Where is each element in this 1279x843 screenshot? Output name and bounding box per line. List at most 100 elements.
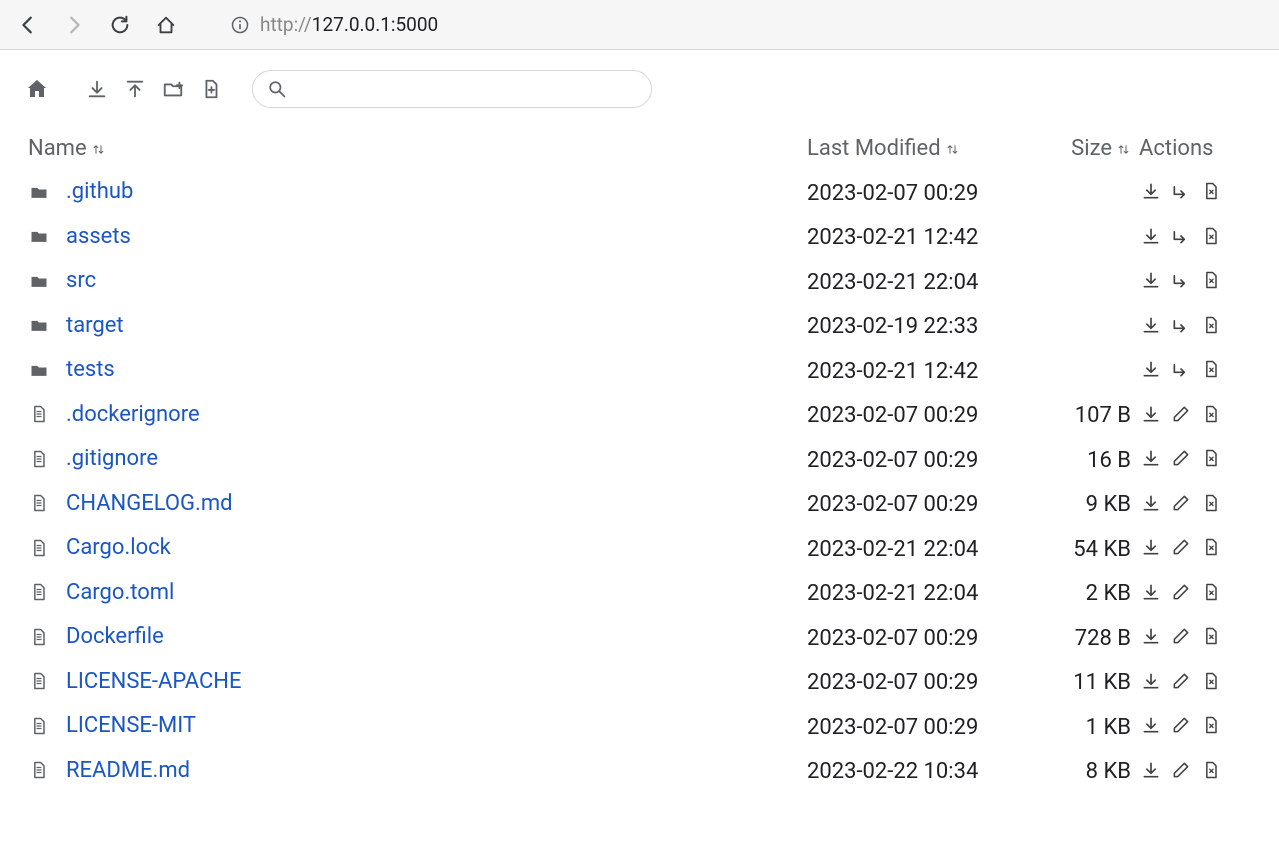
file-link[interactable]: LICENSE-MIT [28, 713, 196, 738]
file-link[interactable]: CHANGELOG.md [28, 491, 233, 516]
download-button[interactable] [1139, 713, 1163, 737]
download-button[interactable] [1139, 402, 1163, 426]
file-link[interactable]: target [28, 313, 124, 338]
download-all-button[interactable] [84, 76, 110, 102]
file-name: Cargo.lock [66, 535, 171, 560]
size-cell: 2 KB [1043, 572, 1135, 617]
forward-button[interactable] [60, 11, 88, 39]
delete-button[interactable] [1199, 580, 1223, 604]
edit-button[interactable] [1169, 580, 1193, 604]
col-header-modified-label: Last Modified [807, 136, 941, 161]
new-folder-button[interactable] [160, 76, 186, 102]
download-button[interactable] [1139, 179, 1163, 203]
file-icon [28, 448, 50, 470]
edit-button[interactable] [1169, 669, 1193, 693]
download-button[interactable] [1139, 357, 1163, 381]
col-header-actions-label: Actions [1139, 136, 1213, 161]
move-button[interactable] [1169, 357, 1193, 381]
table-row: Dockerfile2023-02-07 00:29728 B [24, 616, 1255, 661]
move-button[interactable] [1169, 179, 1193, 203]
file-link[interactable]: LICENSE-APACHE [28, 669, 242, 694]
download-button[interactable] [1139, 491, 1163, 515]
edit-button[interactable] [1169, 758, 1193, 782]
download-button[interactable] [1139, 758, 1163, 782]
name-cell: .gitignore [24, 438, 803, 483]
back-button[interactable] [14, 11, 42, 39]
col-header-modified[interactable]: Last Modified [803, 136, 1043, 171]
file-link[interactable]: src [28, 268, 96, 293]
file-link[interactable]: README.md [28, 758, 190, 783]
col-header-actions: Actions [1135, 136, 1255, 171]
delete-button[interactable] [1199, 758, 1223, 782]
download-button[interactable] [1139, 624, 1163, 648]
name-cell: LICENSE-MIT [24, 705, 803, 750]
size-cell: 9 KB [1043, 483, 1135, 528]
col-header-name[interactable]: Name [24, 136, 803, 171]
file-link[interactable]: tests [28, 357, 115, 382]
folder-icon [28, 359, 50, 381]
actions-cell [1135, 260, 1255, 305]
edit-button[interactable] [1169, 713, 1193, 737]
file-link[interactable]: assets [28, 224, 131, 249]
delete-button[interactable] [1199, 402, 1223, 426]
folder-icon [28, 314, 50, 336]
file-link[interactable]: .gitignore [28, 446, 158, 471]
file-link[interactable]: Dockerfile [28, 624, 164, 649]
address-bar[interactable]: http://127.0.0.1:5000 [218, 8, 1248, 42]
download-button[interactable] [1139, 446, 1163, 470]
page-toolbar [24, 70, 1255, 108]
col-header-size[interactable]: Size [1043, 136, 1135, 171]
download-button[interactable] [1139, 313, 1163, 337]
move-button[interactable] [1169, 268, 1193, 292]
sort-icon [945, 142, 960, 157]
file-link[interactable]: .dockerignore [28, 402, 200, 427]
upload-button[interactable] [122, 76, 148, 102]
delete-button[interactable] [1199, 624, 1223, 648]
edit-button[interactable] [1169, 491, 1193, 515]
home-button[interactable] [152, 11, 180, 39]
download-button[interactable] [1139, 268, 1163, 292]
edit-button[interactable] [1169, 446, 1193, 470]
delete-button[interactable] [1199, 713, 1223, 737]
file-link[interactable]: .github [28, 179, 133, 204]
download-button[interactable] [1139, 669, 1163, 693]
reload-button[interactable] [106, 11, 134, 39]
home-link[interactable] [24, 76, 50, 102]
delete-button[interactable] [1199, 313, 1223, 337]
move-button[interactable] [1169, 224, 1193, 248]
file-link[interactable]: Cargo.toml [28, 580, 174, 605]
name-cell: Cargo.lock [24, 527, 803, 572]
download-button[interactable] [1139, 224, 1163, 248]
delete-button[interactable] [1199, 224, 1223, 248]
delete-button[interactable] [1199, 268, 1223, 292]
actions-cell [1135, 483, 1255, 528]
delete-button[interactable] [1199, 357, 1223, 381]
new-file-button[interactable] [198, 76, 224, 102]
file-name: assets [66, 224, 131, 249]
actions-cell [1135, 750, 1255, 795]
search-box[interactable] [252, 70, 652, 108]
download-button[interactable] [1139, 535, 1163, 559]
name-cell: Dockerfile [24, 616, 803, 661]
file-name: tests [66, 357, 115, 382]
edit-button[interactable] [1169, 535, 1193, 559]
actions-cell [1135, 705, 1255, 750]
modified-cell: 2023-02-07 00:29 [803, 394, 1043, 439]
delete-button[interactable] [1199, 179, 1223, 203]
modified-cell: 2023-02-07 00:29 [803, 171, 1043, 216]
size-cell: 54 KB [1043, 527, 1135, 572]
delete-button[interactable] [1199, 535, 1223, 559]
delete-button[interactable] [1199, 669, 1223, 693]
search-input[interactable] [297, 80, 637, 98]
edit-button[interactable] [1169, 402, 1193, 426]
name-cell: .github [24, 171, 803, 216]
file-link[interactable]: Cargo.lock [28, 535, 171, 560]
file-icon [28, 759, 50, 781]
download-button[interactable] [1139, 580, 1163, 604]
move-button[interactable] [1169, 313, 1193, 337]
delete-button[interactable] [1199, 491, 1223, 515]
edit-button[interactable] [1169, 624, 1193, 648]
delete-button[interactable] [1199, 446, 1223, 470]
name-cell: target [24, 305, 803, 350]
site-info-icon[interactable] [230, 15, 250, 35]
